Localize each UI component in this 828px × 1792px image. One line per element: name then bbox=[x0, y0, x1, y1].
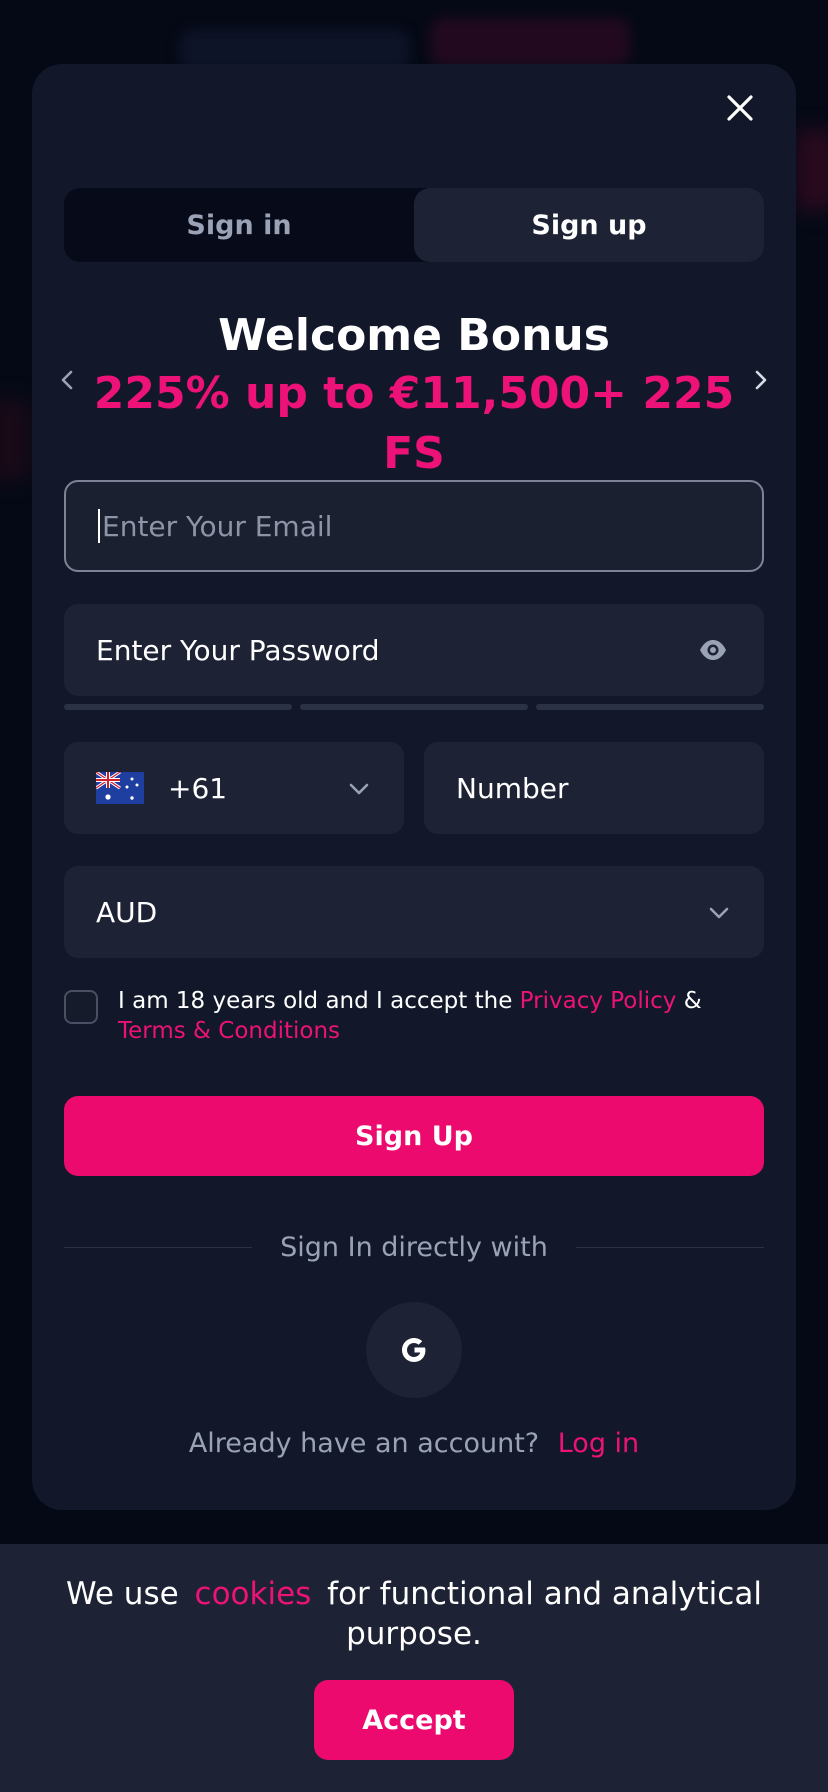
consent-text-before: I am 18 years old and I accept the bbox=[118, 988, 513, 1014]
promo-subtitle: 225% up to €11,500+ 225 FS bbox=[93, 368, 735, 479]
cookie-text-before: We use bbox=[66, 1576, 179, 1612]
country-code-value: +61 bbox=[168, 771, 228, 805]
currency-value: AUD bbox=[96, 895, 158, 929]
password-strength-bar bbox=[300, 704, 528, 710]
terms-link[interactable]: Terms & Conditions bbox=[118, 1018, 340, 1044]
tab-sign-up[interactable]: Sign up bbox=[414, 188, 764, 262]
privacy-policy-link[interactable]: Privacy Policy bbox=[520, 988, 677, 1014]
email-field[interactable] bbox=[64, 480, 764, 572]
password-strength-bar bbox=[536, 704, 764, 710]
social-label: Sign In directly with bbox=[280, 1232, 548, 1263]
password-placeholder: Enter Your Password bbox=[96, 633, 380, 667]
signup-modal: Sign in Sign up Welcome Bonus 225% up to… bbox=[32, 64, 796, 1510]
background-decoration bbox=[796, 130, 828, 210]
login-prompt-text: Already have an account? bbox=[188, 1428, 540, 1459]
background-decoration bbox=[0, 400, 30, 480]
eye-icon[interactable] bbox=[698, 636, 728, 664]
social-divider: Sign In directly with bbox=[64, 1230, 764, 1266]
phone-number-placeholder: Number bbox=[456, 771, 569, 805]
cookie-text-after: for functional and analytical purpose. bbox=[327, 1576, 762, 1652]
consent-ampersand: & bbox=[683, 988, 702, 1014]
country-code-select[interactable]: +61 bbox=[64, 742, 404, 834]
auth-tabs: Sign in Sign up bbox=[64, 188, 764, 262]
background-header-button bbox=[430, 18, 630, 66]
chevron-down-icon bbox=[349, 783, 369, 795]
australia-flag-icon bbox=[96, 772, 144, 804]
tab-sign-in[interactable]: Sign in bbox=[64, 188, 414, 262]
promo-carousel: Welcome Bonus 225% up to €11,500+ 225 FS bbox=[61, 308, 767, 479]
email-input[interactable] bbox=[102, 509, 702, 543]
text-caret bbox=[98, 509, 100, 543]
cookie-banner: We use cookies for functional and analyt… bbox=[0, 1544, 828, 1792]
google-sign-in-button[interactable] bbox=[366, 1302, 462, 1398]
sign-up-button[interactable]: Sign Up bbox=[64, 1096, 764, 1176]
cookies-link[interactable]: cookies bbox=[195, 1576, 312, 1612]
close-button[interactable] bbox=[720, 88, 760, 128]
promo-title: Welcome Bonus bbox=[218, 310, 610, 361]
divider-line bbox=[576, 1247, 764, 1248]
age-consent: I am 18 years old and I accept the Priva… bbox=[64, 986, 764, 1056]
phone-number-field[interactable]: Number bbox=[424, 742, 764, 834]
accept-cookies-button[interactable]: Accept bbox=[314, 1680, 514, 1760]
chevron-down-icon bbox=[709, 907, 729, 919]
login-prompt: Already have an account? Log in bbox=[32, 1428, 796, 1459]
cookie-text: We use cookies for functional and analyt… bbox=[40, 1574, 788, 1654]
password-strength-bar bbox=[64, 704, 292, 710]
google-icon bbox=[402, 1338, 426, 1362]
consent-checkbox[interactable] bbox=[64, 990, 98, 1024]
chevron-right-icon[interactable] bbox=[748, 368, 772, 392]
chevron-left-icon[interactable] bbox=[56, 368, 80, 392]
consent-text: I am 18 years old and I accept the Priva… bbox=[118, 986, 768, 1046]
currency-select[interactable]: AUD bbox=[64, 866, 764, 958]
close-icon bbox=[727, 95, 753, 121]
password-field[interactable]: Enter Your Password bbox=[64, 604, 764, 696]
log-in-link[interactable]: Log in bbox=[558, 1428, 639, 1459]
